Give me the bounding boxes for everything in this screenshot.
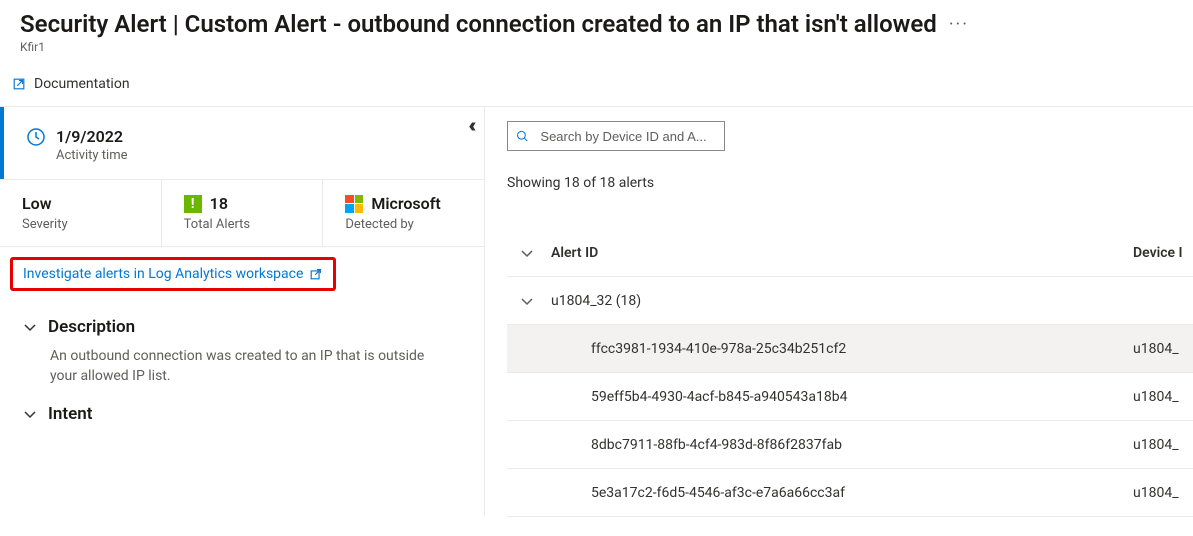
total-alerts-value: 18 [210, 194, 228, 213]
page-title: Security Alert | Custom Alert - outbound… [20, 10, 937, 38]
table-row[interactable]: 8dbc7911-88fb-4cf4-983d-8f86f2837fabu180… [507, 421, 1193, 469]
investigate-highlight: Investigate alerts in Log Analytics work… [10, 257, 336, 291]
chevron-down-icon[interactable] [519, 245, 535, 261]
microsoft-logo-icon [345, 195, 363, 213]
column-device[interactable]: Device I [1133, 245, 1193, 261]
total-alerts-metric: ! 18 Total Alerts [162, 180, 324, 246]
device-cell: u1804_ [1133, 485, 1193, 501]
table-row[interactable]: ffcc3981-1934-410e-978a-25c34b251cf2u180… [507, 325, 1193, 373]
table-header: Alert ID Device I [507, 229, 1193, 277]
description-body: An outbound connection was created to an… [22, 347, 462, 386]
chevron-down-icon[interactable] [519, 293, 535, 309]
clock-icon [26, 127, 46, 147]
detected-by-value: Microsoft [371, 194, 440, 213]
severity-value: Low [22, 194, 139, 213]
external-link-icon [12, 77, 26, 91]
activity-time-label: Activity time [56, 148, 128, 163]
group-label: u1804_32 (18) [547, 293, 1133, 309]
breadcrumb: Kfir1 [20, 40, 1173, 54]
table-row[interactable]: 59eff5b4-4930-4acf-b845-a940543a18b4u180… [507, 373, 1193, 421]
alert-id-cell: 8dbc7911-88fb-4cf4-983d-8f86f2837fab [547, 437, 1133, 453]
chevron-down-icon [22, 406, 38, 422]
description-header: Description [48, 317, 135, 337]
search-box[interactable] [507, 121, 725, 151]
investigate-link[interactable]: Investigate alerts in Log Analytics work… [23, 266, 303, 282]
documentation-link[interactable]: Documentation [12, 76, 130, 92]
device-cell: u1804_ [1133, 389, 1193, 405]
intent-header: Intent [48, 404, 92, 424]
documentation-label: Documentation [34, 76, 130, 92]
detected-by-label: Detected by [345, 217, 462, 232]
search-input[interactable] [538, 128, 716, 145]
activity-time-value: 1/9/2022 [56, 127, 128, 146]
column-alert-id[interactable]: Alert ID [547, 245, 1133, 261]
alert-id-cell: 5e3a17c2-f6d5-4546-af3c-e7a6a66cc3af [547, 485, 1133, 501]
total-alerts-label: Total Alerts [184, 217, 301, 232]
alert-id-cell: ffcc3981-1934-410e-978a-25c34b251cf2 [547, 341, 1133, 357]
more-actions-button[interactable]: ··· [949, 14, 969, 35]
detected-by-metric: Microsoft Detected by [323, 180, 484, 246]
chevron-down-icon [22, 319, 38, 335]
search-icon [516, 129, 528, 143]
device-cell: u1804_ [1133, 341, 1193, 357]
description-toggle[interactable]: Description [22, 317, 462, 337]
severity-metric: Low Severity [0, 180, 162, 246]
external-link-icon [309, 267, 323, 281]
alert-badge-icon: ! [184, 195, 202, 213]
device-cell: u1804_ [1133, 437, 1193, 453]
table-row[interactable]: 5e3a17c2-f6d5-4546-af3c-e7a6a66cc3afu180… [507, 469, 1193, 517]
table-group-row[interactable]: u1804_32 (18) [507, 277, 1193, 325]
severity-label: Severity [22, 217, 139, 232]
alert-id-cell: 59eff5b4-4930-4acf-b845-a940543a18b4 [547, 389, 1133, 405]
showing-count: Showing 18 of 18 alerts [507, 175, 1193, 191]
collapse-pane-button[interactable]: ‹‹ [470, 113, 478, 137]
intent-toggle[interactable]: Intent [22, 404, 462, 424]
